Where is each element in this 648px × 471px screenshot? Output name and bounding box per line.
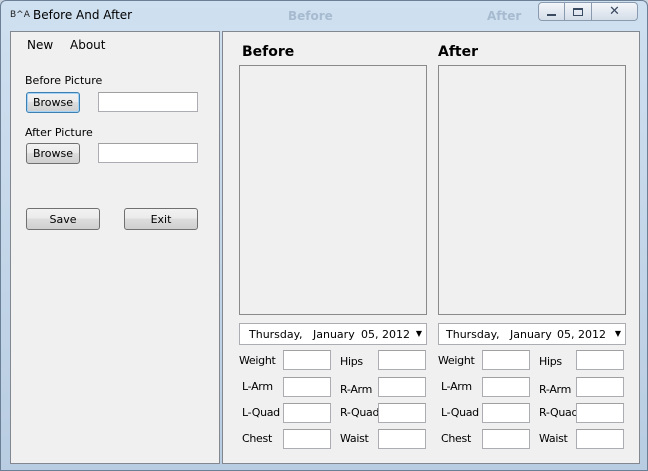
after-weight-input[interactable] [482, 350, 530, 370]
app-window: B^A Before And After Before After ✕ New … [0, 0, 648, 471]
r-arm-label: R-Arm [539, 383, 571, 396]
right-panel: Before Thursday , January 05, 2012 ▼ Wei… [222, 31, 640, 464]
maximize-button[interactable] [565, 2, 592, 21]
after-l-quad-input[interactable] [482, 403, 530, 423]
after-r-arm-input[interactable] [576, 377, 624, 397]
hips-label: Hips [340, 355, 363, 368]
before-picture-label: Before Picture [25, 74, 103, 87]
before-hips-input[interactable] [378, 350, 426, 370]
after-r-quad-input[interactable] [576, 403, 624, 423]
before-chest-input[interactable] [283, 429, 331, 449]
l-arm-label: L-Arm [441, 380, 472, 393]
before-r-quad-input[interactable] [378, 403, 426, 423]
minimize-button[interactable] [538, 2, 565, 21]
after-hips-input[interactable] [576, 350, 624, 370]
hips-label: Hips [539, 355, 562, 368]
weight-label: Weight [239, 354, 276, 367]
browse-after-button[interactable]: Browse [26, 143, 80, 164]
l-quad-label: L-Quad [242, 406, 280, 419]
menu-new[interactable]: New [27, 38, 53, 52]
after-waist-input[interactable] [576, 429, 624, 449]
after-picture-box [438, 65, 626, 315]
background-ghost-text: Before [288, 9, 333, 23]
waist-label: Waist [539, 432, 568, 445]
app-icon: B^A [10, 10, 30, 20]
menu-about[interactable]: About [70, 38, 105, 52]
date-day-year: 05, 2012 [361, 328, 410, 341]
before-path-input[interactable] [98, 92, 198, 112]
date-month: January [313, 328, 355, 341]
exit-button[interactable]: Exit [124, 208, 198, 230]
before-r-arm-input[interactable] [378, 377, 426, 397]
after-l-arm-input[interactable] [482, 377, 530, 397]
chest-label: Chest [441, 432, 471, 445]
after-picture-label: After Picture [25, 126, 93, 139]
before-picture-box [239, 65, 427, 315]
r-arm-label: R-Arm [340, 383, 372, 396]
close-button[interactable]: ✕ [592, 2, 638, 21]
before-l-quad-input[interactable] [283, 403, 331, 423]
caption-buttons: ✕ [538, 2, 638, 21]
minimize-icon [547, 13, 556, 16]
after-path-input[interactable] [98, 143, 198, 163]
r-quad-label: R-Quad [539, 406, 579, 419]
before-weight-input[interactable] [283, 350, 331, 370]
after-date-picker[interactable]: Thursday , January 05, 2012 ▼ [438, 323, 626, 345]
date-day-year: 05, 2012 [557, 328, 606, 341]
window-title: Before And After [33, 8, 133, 22]
before-waist-input[interactable] [378, 429, 426, 449]
chevron-down-icon[interactable]: ▼ [615, 329, 621, 338]
title-bar[interactable]: B^A Before And After Before After ✕ [1, 1, 647, 31]
before-date-picker[interactable]: Thursday , January 05, 2012 ▼ [239, 323, 427, 345]
date-separator: , [299, 328, 303, 341]
background-ghost-text: After [487, 9, 522, 23]
waist-label: Waist [340, 432, 369, 445]
weight-label: Weight [438, 354, 475, 367]
maximize-icon [573, 7, 583, 16]
l-quad-label: L-Quad [441, 406, 479, 419]
date-separator: , [496, 328, 500, 341]
date-weekday: Thursday [249, 328, 301, 341]
save-button[interactable]: Save [26, 208, 100, 230]
close-icon: ✕ [609, 4, 620, 19]
l-arm-label: L-Arm [242, 380, 273, 393]
chest-label: Chest [242, 432, 272, 445]
after-heading: After [438, 44, 479, 60]
date-month: January [510, 328, 552, 341]
browse-before-button[interactable]: Browse [26, 92, 80, 113]
chevron-down-icon[interactable]: ▼ [416, 329, 422, 338]
before-heading: Before [242, 44, 295, 60]
before-l-arm-input[interactable] [283, 377, 331, 397]
left-panel: New About Before Picture Browse After Pi… [10, 31, 220, 464]
r-quad-label: R-Quad [340, 406, 380, 419]
after-chest-input[interactable] [482, 429, 530, 449]
date-weekday: Thursday [446, 328, 498, 341]
